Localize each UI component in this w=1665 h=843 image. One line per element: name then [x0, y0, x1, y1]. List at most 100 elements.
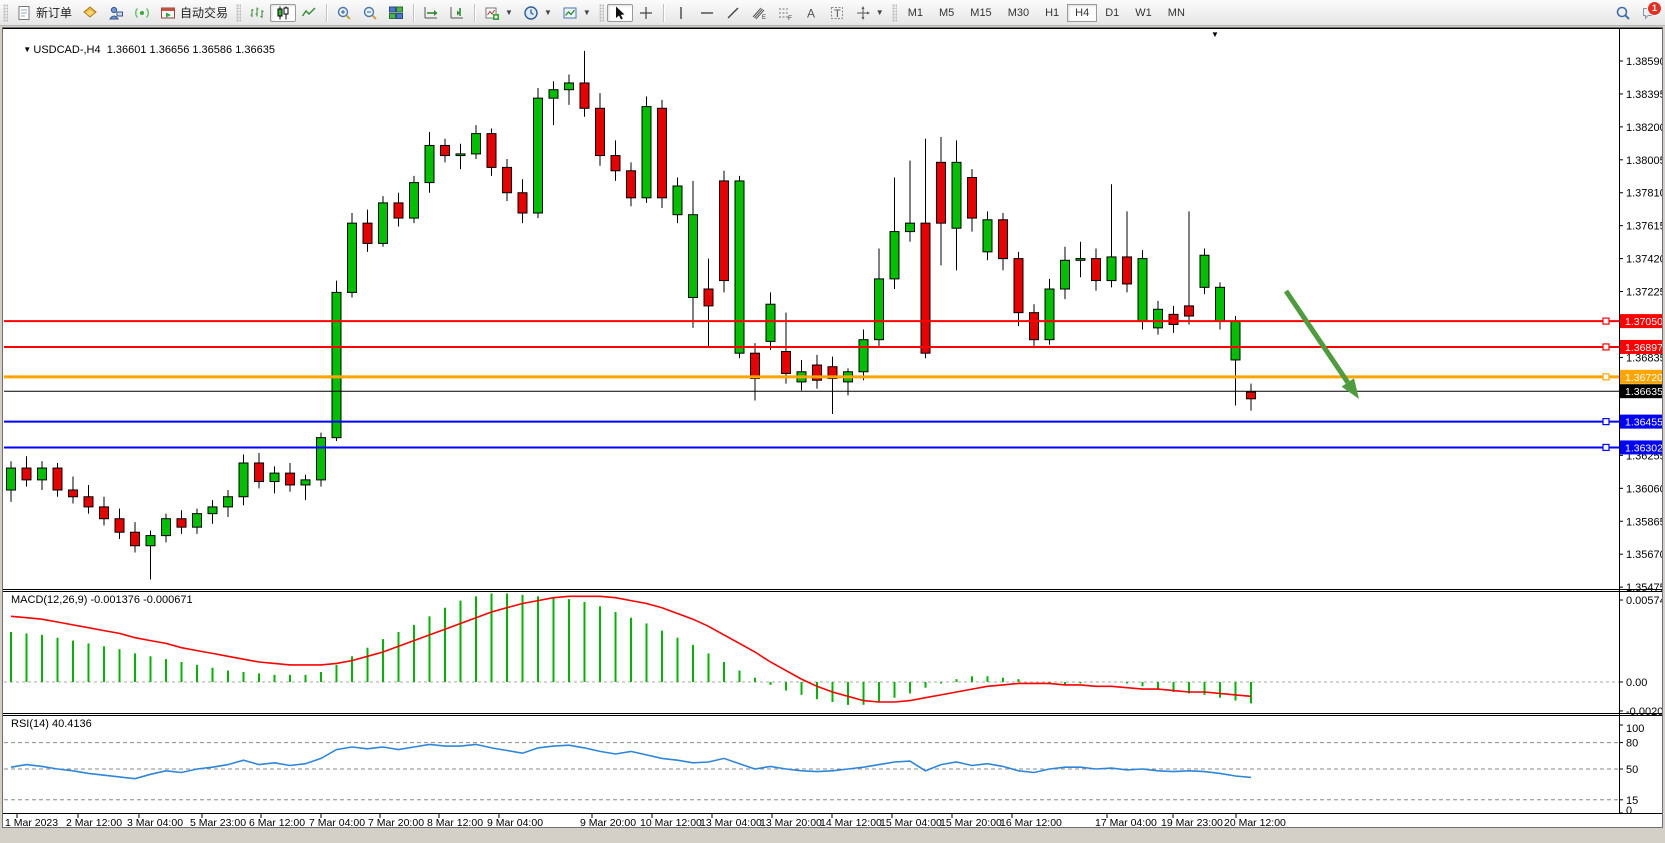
main-toolbar: 新订单 自动交易	[0, 0, 1665, 26]
horizontal-line-icon	[699, 5, 715, 21]
svg-text:1.35865: 1.35865	[1626, 516, 1662, 528]
signals-button[interactable]	[129, 4, 155, 22]
hline-handle[interactable]	[1603, 318, 1609, 324]
svg-text:1.37225: 1.37225	[1626, 287, 1662, 299]
timeframe-button-H1[interactable]: H1	[1037, 4, 1067, 22]
chart-window[interactable]: 1.385901.383951.382001.380051.378101.376…	[2, 27, 1663, 828]
signal-icon	[134, 5, 150, 21]
indicators-button[interactable]: ▼	[479, 4, 518, 22]
candle	[69, 490, 78, 497]
svg-text:16 Mar 12:00: 16 Mar 12:00	[1000, 817, 1062, 827]
candle	[751, 353, 760, 378]
chart-shift-button[interactable]	[444, 4, 470, 22]
crosshair-tool-button[interactable]	[633, 4, 659, 22]
candle	[1107, 257, 1116, 281]
toolbar-grip[interactable]	[236, 4, 241, 22]
toolbar-grip[interactable]	[599, 4, 604, 22]
candle	[84, 497, 93, 507]
timeframe-button-H4[interactable]: H4	[1067, 4, 1097, 22]
period-dropdown-icon: ▼	[544, 8, 552, 17]
hline-handle[interactable]	[1603, 344, 1609, 350]
candle	[906, 223, 915, 231]
search-icon[interactable]	[1615, 5, 1631, 21]
timeframe-button-M1[interactable]: M1	[900, 4, 931, 22]
svg-text:1.38005: 1.38005	[1626, 155, 1662, 167]
horizontal-line-tool[interactable]	[694, 4, 720, 22]
text-tool[interactable]: A	[798, 4, 824, 22]
zoom-out-button[interactable]	[357, 4, 383, 22]
timeframe-button-D1[interactable]: D1	[1097, 4, 1127, 22]
arrows-tool[interactable]: ▼	[850, 4, 889, 22]
svg-text:1.37615: 1.37615	[1626, 221, 1662, 233]
autotrade-button[interactable]: 自动交易	[155, 4, 233, 22]
candle	[177, 519, 186, 527]
svg-text:15 Mar 04:00: 15 Mar 04:00	[880, 817, 942, 827]
vertical-line-tool[interactable]	[668, 4, 694, 22]
zoom-out-icon	[362, 5, 378, 21]
line-chart-button[interactable]	[296, 4, 322, 22]
profile-icon	[108, 5, 124, 21]
toolbar-grip[interactable]	[892, 4, 897, 22]
hline-handle[interactable]	[1603, 419, 1609, 425]
cursor-tool-button[interactable]	[607, 4, 633, 22]
hline-handle[interactable]	[1603, 444, 1609, 450]
gold-chart-icon	[82, 5, 98, 21]
timeframe-button-M5[interactable]: M5	[931, 4, 962, 22]
chart-shift-icon	[449, 5, 465, 21]
period-button[interactable]: ▼	[518, 4, 557, 22]
candle	[410, 183, 419, 218]
candle	[193, 514, 202, 528]
autotrade-icon	[160, 5, 176, 21]
zoom-in-button[interactable]	[331, 4, 357, 22]
candle	[952, 162, 961, 228]
candle	[472, 134, 481, 154]
vertical-line-icon	[673, 5, 689, 21]
svg-text:15 Mar 20:00: 15 Mar 20:00	[940, 817, 1002, 827]
chart-canvas[interactable]: 1.385901.383951.382001.380051.378101.376…	[3, 28, 1662, 827]
auto-scroll-button[interactable]	[418, 4, 444, 22]
channel-icon: E	[751, 5, 767, 21]
chart-menu-icon[interactable]: ▼	[23, 45, 33, 54]
crosshair-icon	[638, 5, 654, 21]
svg-text:6 Mar 12:00: 6 Mar 12:00	[249, 817, 305, 827]
new-order-label: 新订单	[36, 4, 72, 21]
candle	[735, 181, 744, 353]
macd-label: MACD(12,26,9) -0.001376 -0.000671	[11, 594, 193, 606]
svg-text:1.36897: 1.36897	[1625, 342, 1662, 354]
timeframe-button-M30[interactable]: M30	[1000, 4, 1037, 22]
bar-chart-button[interactable]	[244, 4, 270, 22]
new-order-icon	[16, 5, 32, 21]
svg-text:1.38395: 1.38395	[1626, 89, 1662, 101]
one-click-collapse-icon[interactable]: ▼	[1211, 30, 1219, 39]
candle	[890, 232, 899, 279]
new-order-button[interactable]: 新订单	[11, 4, 77, 22]
svg-text:1.35475: 1.35475	[1626, 582, 1662, 594]
new-chart-button[interactable]	[77, 4, 103, 22]
toolbar-grip[interactable]	[3, 4, 8, 22]
text-icon: A	[803, 5, 819, 21]
svg-text:1 Mar 2023: 1 Mar 2023	[5, 817, 58, 827]
svg-text:1.36835: 1.36835	[1626, 352, 1662, 364]
candle	[549, 90, 558, 98]
svg-text:3 Mar 04:00: 3 Mar 04:00	[127, 817, 183, 827]
timeframe-button-W1[interactable]: W1	[1127, 4, 1160, 22]
hline-handle[interactable]	[1603, 374, 1609, 380]
channel-tool[interactable]: E	[746, 4, 772, 22]
profile-button[interactable]	[103, 4, 129, 22]
candle	[425, 145, 434, 182]
candle	[859, 340, 868, 372]
fibonacci-tool[interactable]: F	[772, 4, 798, 22]
svg-text:10 Mar 12:00: 10 Mar 12:00	[640, 817, 702, 827]
trendline-tool[interactable]	[720, 4, 746, 22]
template-button[interactable]: ▼	[557, 4, 596, 22]
candle-chart-button[interactable]	[270, 4, 296, 22]
bar-chart-icon	[249, 5, 265, 21]
candle	[1200, 255, 1209, 287]
notifications-button[interactable]: 1	[1641, 5, 1657, 21]
clock-icon	[523, 5, 539, 21]
svg-text:0: 0	[1626, 805, 1632, 817]
timeframe-button-MN[interactable]: MN	[1160, 4, 1193, 22]
timeframe-button-M15[interactable]: M15	[962, 4, 999, 22]
tile-windows-button[interactable]	[383, 4, 409, 22]
text-label-tool[interactable]: T	[824, 4, 850, 22]
